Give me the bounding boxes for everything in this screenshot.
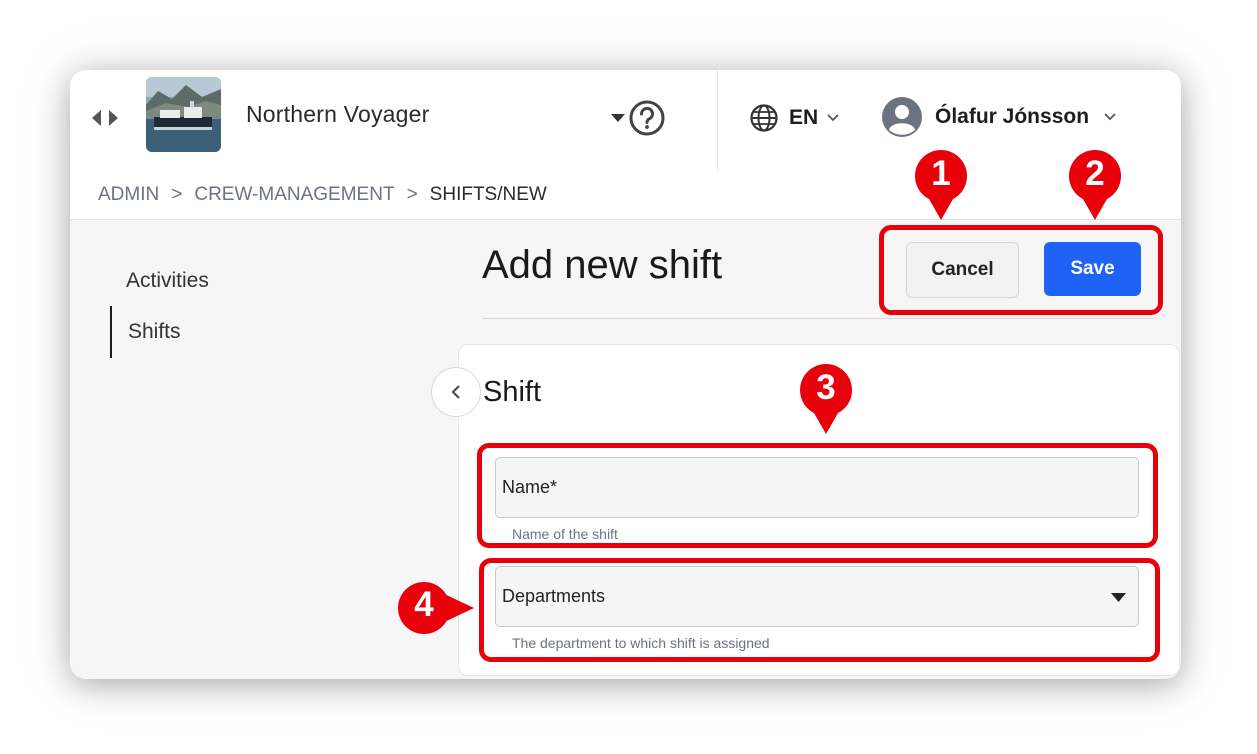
- marker-number: 3: [816, 368, 836, 407]
- chevron-down-icon: [1104, 113, 1116, 121]
- vessel-dropdown-caret-icon[interactable]: [610, 112, 626, 124]
- sidebar-item-shifts[interactable]: Shifts: [110, 306, 181, 358]
- header-divider: [717, 70, 718, 171]
- marker-4: 4: [396, 580, 476, 636]
- marker-2: 2: [1067, 148, 1123, 220]
- collapse-sidebar-icon[interactable]: [90, 107, 120, 129]
- marker-3: 3: [798, 362, 854, 434]
- user-name: Ólafur Jónsson: [935, 105, 1090, 128]
- language-selector[interactable]: EN: [749, 102, 840, 134]
- breadcrumb-item-current: SHIFTS/NEW: [429, 184, 547, 205]
- user-menu[interactable]: Ólafur Jónsson: [881, 97, 1117, 137]
- vessel-thumbnail: [146, 77, 221, 152]
- user-avatar-icon: [882, 97, 922, 137]
- vessel-name[interactable]: Northern Voyager: [246, 101, 429, 128]
- collapse-panel-button[interactable]: [431, 367, 481, 417]
- marker-1: 1: [913, 148, 969, 220]
- marker-number: 1: [931, 154, 951, 193]
- breadcrumb-separator: >: [406, 184, 418, 205]
- page-title: Add new shift: [482, 243, 723, 287]
- marker-number: 2: [1085, 154, 1105, 193]
- help-icon[interactable]: [628, 99, 666, 137]
- chevron-down-icon: [827, 114, 839, 122]
- sidebar-item-activities[interactable]: Activities: [110, 255, 209, 307]
- top-bar: Northern Voyager EN Ólafur Jónsson: [70, 70, 1181, 172]
- breadcrumb-separator: >: [171, 184, 183, 205]
- breadcrumb: ADMIN > CREW-MANAGEMENT > SHIFTS/NEW: [70, 171, 1181, 220]
- language-label: EN: [789, 106, 819, 129]
- breadcrumb-item-admin[interactable]: ADMIN: [98, 184, 159, 206]
- marker-number: 4: [414, 585, 434, 624]
- highlight-name-field: [477, 443, 1158, 548]
- chevron-left-icon: [451, 385, 460, 399]
- highlight-departments-field: [479, 558, 1160, 662]
- title-divider: [482, 318, 1154, 319]
- panel-title: Shift: [483, 376, 542, 408]
- highlight-action-buttons: [879, 225, 1163, 315]
- breadcrumb-item-crew-management[interactable]: CREW-MANAGEMENT: [194, 184, 394, 206]
- globe-icon: [750, 104, 778, 132]
